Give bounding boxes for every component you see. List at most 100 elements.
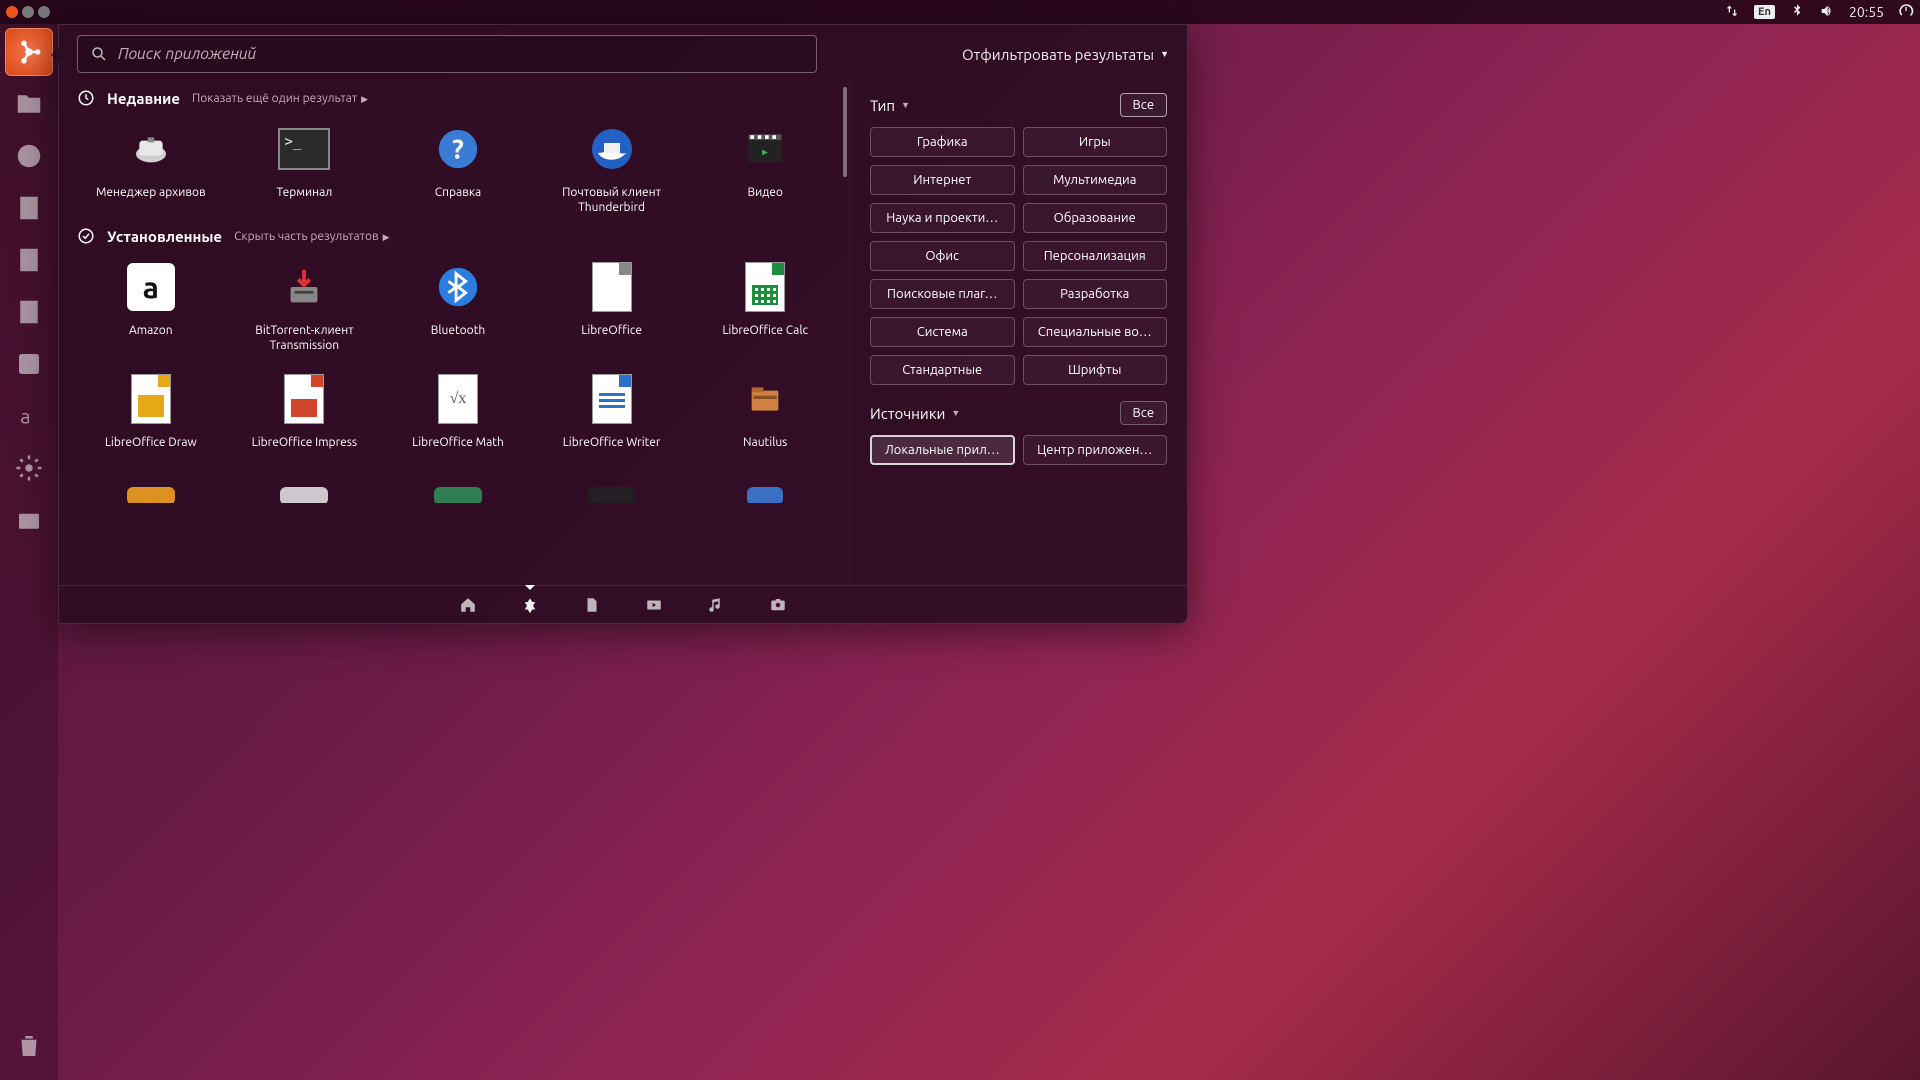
app-tile-video[interactable]: ▶ Видео [691,115,839,221]
app-tile-partial[interactable] [538,481,686,503]
filter-sources-header[interactable]: Источники▼ Все [870,401,1167,425]
type-chip[interactable]: Графика [870,127,1015,157]
app-label: LibreOffice [581,323,642,353]
launcher-software[interactable] [5,340,53,388]
app-tile-libreoffice[interactable]: LibreOffice [538,253,686,359]
app-tile-bluetooth[interactable]: Bluetooth [384,253,532,359]
app-icon [584,259,640,315]
app-tile-archive[interactable]: Менеджер архивов [77,115,225,221]
type-chip[interactable]: Интернет [870,165,1015,195]
filter-type-header[interactable]: Тип▼ Все [870,93,1167,117]
app-icon: >_ [276,121,332,177]
app-tile-partial[interactable] [691,481,839,503]
type-chip[interactable]: Разработка [1023,279,1168,309]
type-chip[interactable]: Персонализация [1023,241,1168,271]
app-tile-writer[interactable]: LibreOffice Writer [538,365,686,471]
app-tile-terminal[interactable]: >_Терминал [231,115,379,221]
launcher-trash[interactable] [5,1022,53,1070]
close-button[interactable] [6,6,18,18]
filter-type-all-button[interactable]: Все [1120,93,1167,117]
app-icon [276,259,332,315]
type-chip[interactable]: Наука и проекти… [870,203,1015,233]
type-chip[interactable]: Стандартные [870,355,1015,385]
type-chip[interactable]: Офис [870,241,1015,271]
clock-icon [77,89,95,107]
lens-video[interactable] [642,591,666,619]
type-chip[interactable]: Система [870,317,1015,347]
check-icon [77,227,95,245]
clock[interactable]: 20:55 [1849,4,1884,20]
app-tile-partial[interactable] [384,481,532,503]
search-field[interactable] [77,35,817,73]
launcher-firefox[interactable] [5,132,53,180]
type-chip[interactable]: Образование [1023,203,1168,233]
keyboard-layout-indicator[interactable]: En [1754,5,1775,19]
minimize-button[interactable] [22,6,34,18]
app-icon: ? [430,121,486,177]
source-chip[interactable]: Локальные прил… [870,435,1015,465]
launcher-impress[interactable] [5,288,53,336]
app-tile-impress[interactable]: LibreOffice Impress [231,365,379,471]
launcher-settings[interactable] [5,444,53,492]
launcher-amazon[interactable]: a [5,392,53,440]
launcher-calc[interactable] [5,236,53,284]
app-tile-partial[interactable] [231,481,379,503]
app-tile-calc[interactable]: LibreOffice Calc [691,253,839,359]
app-tile-draw[interactable]: LibreOffice Draw [77,365,225,471]
search-icon [90,45,108,63]
network-icon[interactable] [1724,3,1740,22]
type-chip[interactable]: Поисковые плаг… [870,279,1015,309]
section-recent-title: Недавние [107,90,180,107]
filter-sources-all-button[interactable]: Все [1120,401,1167,425]
app-tile-partial[interactable] [77,481,225,503]
lens-home[interactable] [456,591,480,619]
section-recent-more[interactable]: Показать ещё один результат▶ [192,92,368,105]
scrollbar[interactable] [843,87,847,177]
filter-results-toggle[interactable]: Отфильтровать результаты ▼ [962,46,1169,63]
section-recent-header[interactable]: Недавние Показать ещё один результат▶ [77,89,839,107]
dash-overlay: Отфильтровать результаты ▼ Недавние Показ… [58,24,1188,624]
sources-chip-grid: Локальные прил… Центр приложен… [870,435,1167,465]
lens-files[interactable] [580,591,604,619]
app-tile-amazon[interactable]: aAmazon [77,253,225,359]
dash-button[interactable] [5,28,53,76]
type-chip[interactable]: Шрифты [1023,355,1168,385]
app-icon [737,259,793,315]
app-tile-help[interactable]: ?Справка [384,115,532,221]
filter-results-label: Отфильтровать результаты [962,46,1154,63]
app-tile-math[interactable]: √xLibreOffice Math [384,365,532,471]
app-tile-nautilus[interactable]: Nautilus [691,365,839,471]
app-label: LibreOffice Math [412,435,504,465]
installed-apps-grid: aAmazonBitTorrent-клиент TransmissionBlu… [77,253,839,471]
lens-photos[interactable] [766,591,790,619]
app-label: Nautilus [743,435,787,465]
type-chip[interactable]: Игры [1023,127,1168,157]
section-installed-header[interactable]: Установленные Скрыть часть результатов▶ [77,227,839,245]
filter-type-label: Тип [870,97,895,114]
bluetooth-icon[interactable] [1789,3,1805,22]
app-label: Видео [747,185,782,215]
lens-music[interactable] [704,591,728,619]
power-icon[interactable] [1898,3,1914,22]
section-installed-more[interactable]: Скрыть часть результатов▶ [234,230,389,243]
app-tile-thunderbird[interactable]: Почтовый клиент Thunderbird [538,115,686,221]
search-input[interactable] [118,45,804,63]
app-icon [584,121,640,177]
partial-row [77,481,839,503]
app-icon [584,371,640,427]
launcher-writer[interactable] [5,184,53,232]
source-chip[interactable]: Центр приложен… [1023,435,1168,465]
app-tile-transmission[interactable]: BitTorrent-клиент Transmission [231,253,379,359]
chevron-down-icon: ▼ [1160,49,1169,59]
launcher-files[interactable] [5,80,53,128]
app-label: LibreOffice Calc [722,323,808,353]
lens-applications[interactable] [518,591,542,619]
maximize-button[interactable] [38,6,50,18]
launcher-backup[interactable] [5,496,53,544]
volume-icon[interactable] [1819,3,1835,22]
type-chip[interactable]: Специальные во… [1023,317,1168,347]
filter-sources-label: Источники [870,405,945,422]
app-icon [276,371,332,427]
type-chip[interactable]: Мультимедиа [1023,165,1168,195]
svg-text:▶: ▶ [762,149,768,157]
